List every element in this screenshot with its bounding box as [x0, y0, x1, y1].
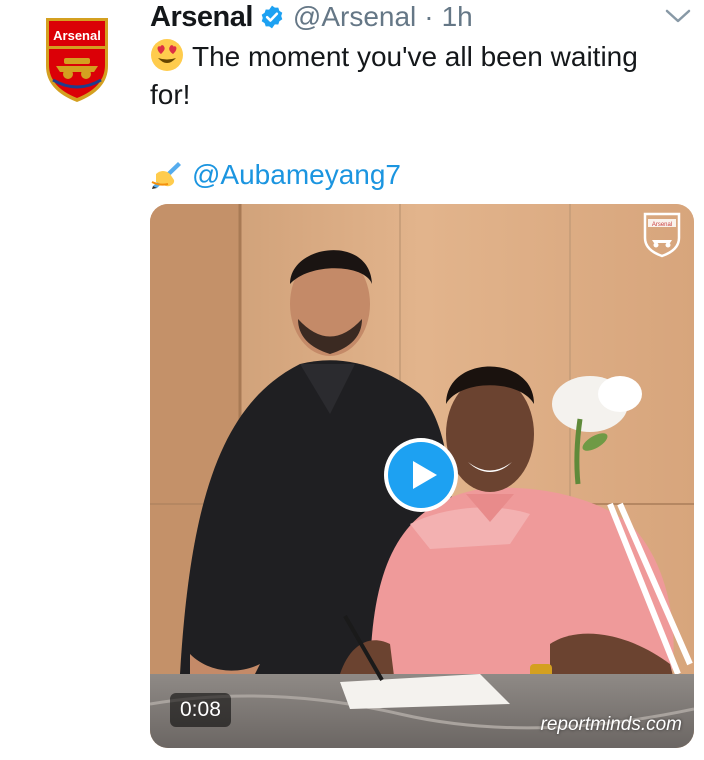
arsenal-crest-avatar[interactable]: Arsenal	[40, 14, 114, 104]
heart-eyes-emoji-icon	[151, 39, 183, 71]
play-icon[interactable]	[383, 437, 459, 513]
tweet-text-line-2: for!	[150, 78, 190, 112]
tweet-header: Arsenal @Arsenal · 1h	[150, 0, 473, 34]
source-watermark: reportminds.com	[540, 714, 683, 735]
tweet-text-line-1: The moment you've all been waiting	[150, 38, 638, 74]
video-duration-badge: 0:08	[170, 693, 231, 727]
header-separator: ·	[424, 1, 434, 32]
arsenal-crest-watermark-icon: Arsenal	[643, 212, 681, 258]
author-name[interactable]: Arsenal	[150, 1, 253, 34]
verified-badge-icon	[261, 5, 283, 29]
tweet-text-line-3: @Aubameyang7	[150, 156, 401, 192]
mention-link[interactable]: @Aubameyang7	[192, 159, 401, 190]
chevron-down-icon[interactable]	[664, 6, 692, 26]
writing-hand-emoji-icon	[151, 162, 181, 189]
crest-watermark-text: Arsenal	[652, 222, 672, 228]
tweet-text-1: The moment you've all been waiting	[192, 41, 638, 72]
avatar-crest-text: Arsenal	[53, 28, 101, 43]
tweet-timestamp[interactable]: 1h	[442, 1, 473, 33]
tweet-text-2: for!	[150, 79, 191, 110]
author-handle[interactable]: @Arsenal	[293, 1, 416, 33]
